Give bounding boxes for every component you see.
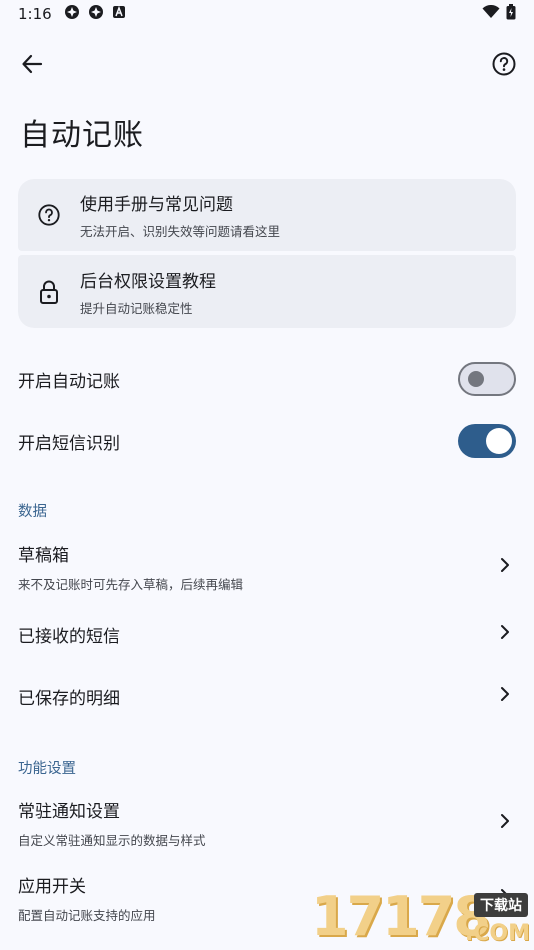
saved-details-item[interactable]: 已保存的明细 [18, 676, 516, 716]
help-card-group: 使用手册与常见问题 无法开启、识别失效等问题请看这里 后台权限设置教程 提升自动… [18, 179, 516, 328]
card-subtitle: 无法开启、识别失效等问题请看这里 [80, 224, 281, 239]
permission-tutorial-card[interactable]: 后台权限设置教程 提升自动记账稳定性 [18, 255, 516, 328]
top-app-bar [0, 40, 534, 86]
page-title: 自动记账 [20, 118, 144, 153]
card-subtitle: 提升自动记账稳定性 [80, 300, 193, 316]
watermark-suffix: .COM [464, 921, 530, 946]
persistent-notification-item[interactable]: 常驻通知设置 自定义常驻通知显示的数据与样式 [18, 796, 516, 850]
item-subtitle: 配置自动记账支持的应用 [18, 908, 156, 923]
notification-app-icon [64, 4, 80, 24]
status-time: 1:16 [18, 5, 52, 23]
drafts-item[interactable]: 草稿箱 来不及记账时可先存入草稿，后续再编辑 [18, 540, 516, 594]
card-title: 使用手册与常见问题 [80, 195, 233, 215]
status-bar: 1:16 [0, 0, 534, 28]
received-sms-item[interactable]: 已接收的短信 [18, 614, 516, 654]
toggle-knob [486, 428, 512, 454]
item-title: 已接收的短信 [18, 626, 120, 647]
section-header-features: 功能设置 [18, 761, 76, 777]
switch-label: 开启短信识别 [18, 433, 120, 454]
manual-faq-card[interactable]: 使用手册与常见问题 无法开启、识别失效等问题请看这里 [18, 179, 516, 251]
item-title: 应用开关 [18, 877, 86, 897]
sms-recognition-switch-row[interactable]: 开启短信识别 [18, 416, 516, 466]
switch-label: 开启自动记账 [18, 371, 120, 392]
auto-bookkeeping-toggle[interactable] [458, 362, 516, 396]
chevron-right-icon [500, 624, 510, 644]
item-title: 已保存的明细 [18, 688, 120, 709]
item-title: 常驻通知设置 [18, 802, 120, 822]
battery-icon [506, 4, 516, 24]
item-title: 草稿箱 [18, 546, 69, 566]
watermark-badge: 下载站 [474, 893, 528, 917]
help-circle-icon [492, 52, 516, 76]
sms-recognition-toggle[interactable] [458, 424, 516, 458]
notification-app-icon [88, 4, 104, 24]
status-right-icons [482, 4, 516, 24]
lock-icon [18, 279, 80, 305]
item-subtitle: 自定义常驻通知显示的数据与样式 [18, 833, 206, 848]
arrow-left-icon [22, 54, 43, 74]
wifi-icon [482, 4, 500, 23]
chevron-right-icon [500, 686, 510, 706]
card-title: 后台权限设置教程 [80, 271, 216, 292]
notification-a-icon [112, 5, 126, 23]
watermark-logo: 17178 下载站 .COM [305, 885, 534, 950]
toggle-knob [468, 371, 484, 387]
item-subtitle: 来不及记账时可先存入草稿，后续再编辑 [18, 577, 244, 592]
back-button[interactable] [16, 48, 48, 80]
chevron-right-icon [500, 813, 510, 833]
watermark-digits: 17178 [311, 885, 491, 948]
auto-bookkeeping-switch-row[interactable]: 开启自动记账 [18, 354, 516, 404]
section-header-data: 数据 [18, 504, 47, 520]
chevron-right-icon [500, 557, 510, 577]
help-button[interactable] [488, 48, 520, 80]
help-circle-icon [18, 203, 80, 227]
